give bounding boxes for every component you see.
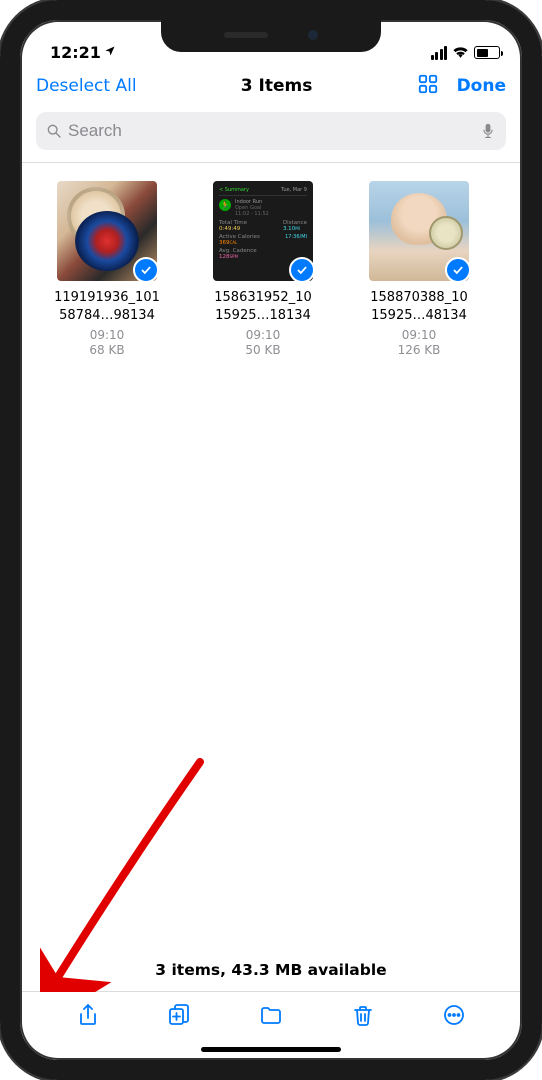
storage-summary: 3 items, 43.3 MB available — [20, 961, 522, 991]
view-mode-button[interactable] — [417, 73, 439, 99]
cellular-signal-icon — [431, 46, 448, 60]
dictation-icon[interactable] — [480, 123, 496, 139]
page-title: 3 Items — [145, 76, 409, 96]
grid-icon — [417, 73, 439, 95]
file-time: 09:10 — [350, 328, 488, 342]
duplicate-icon — [167, 1003, 191, 1027]
file-thumbnail — [369, 181, 469, 281]
file-size: 68 KB — [38, 343, 176, 357]
file-item[interactable]: < SummaryTue, Mar 9 🏃 Indoor Run Open Go… — [194, 181, 332, 357]
file-name: 158870388_1015925…48134 — [350, 289, 488, 324]
search-field[interactable] — [36, 112, 506, 150]
trash-icon — [351, 1003, 375, 1027]
search-input[interactable] — [68, 121, 474, 141]
selection-checkmark[interactable] — [289, 257, 313, 281]
file-name: 119191936_10158784…98134 — [38, 289, 176, 324]
file-thumbnail — [57, 181, 157, 281]
file-name: 158631952_1015925…18134 — [194, 289, 332, 324]
done-button[interactable]: Done — [457, 76, 506, 96]
move-button[interactable] — [259, 1003, 283, 1031]
battery-icon — [474, 46, 500, 59]
more-icon — [442, 1003, 466, 1027]
share-icon — [76, 1003, 100, 1027]
file-size: 50 KB — [194, 343, 332, 357]
file-thumbnail: < SummaryTue, Mar 9 🏃 Indoor Run Open Go… — [213, 181, 313, 281]
location-services-icon — [104, 45, 116, 60]
status-time: 12:21 — [50, 43, 101, 62]
file-size: 126 KB — [350, 343, 488, 357]
share-button[interactable] — [76, 1003, 100, 1031]
wifi-icon — [452, 43, 469, 62]
home-indicator[interactable] — [201, 1047, 341, 1052]
folder-icon — [259, 1003, 283, 1027]
file-item[interactable]: 119191936_10158784…98134 09:10 68 KB — [38, 181, 176, 357]
navigation-bar: Deselect All 3 Items Done — [20, 64, 522, 108]
battery-level — [477, 49, 488, 57]
delete-button[interactable] — [351, 1003, 375, 1031]
search-icon — [46, 123, 62, 139]
selection-checkmark[interactable] — [445, 257, 469, 281]
duplicate-button[interactable] — [167, 1003, 191, 1031]
file-item[interactable]: 158870388_1015925…48134 09:10 126 KB — [350, 181, 488, 357]
file-time: 09:10 — [194, 328, 332, 342]
selection-checkmark[interactable] — [133, 257, 157, 281]
files-grid: 119191936_10158784…98134 09:10 68 KB < S… — [20, 163, 522, 357]
more-button[interactable] — [442, 1003, 466, 1031]
bottom-toolbar — [20, 991, 522, 1041]
deselect-all-button[interactable]: Deselect All — [36, 76, 137, 96]
file-time: 09:10 — [38, 328, 176, 342]
